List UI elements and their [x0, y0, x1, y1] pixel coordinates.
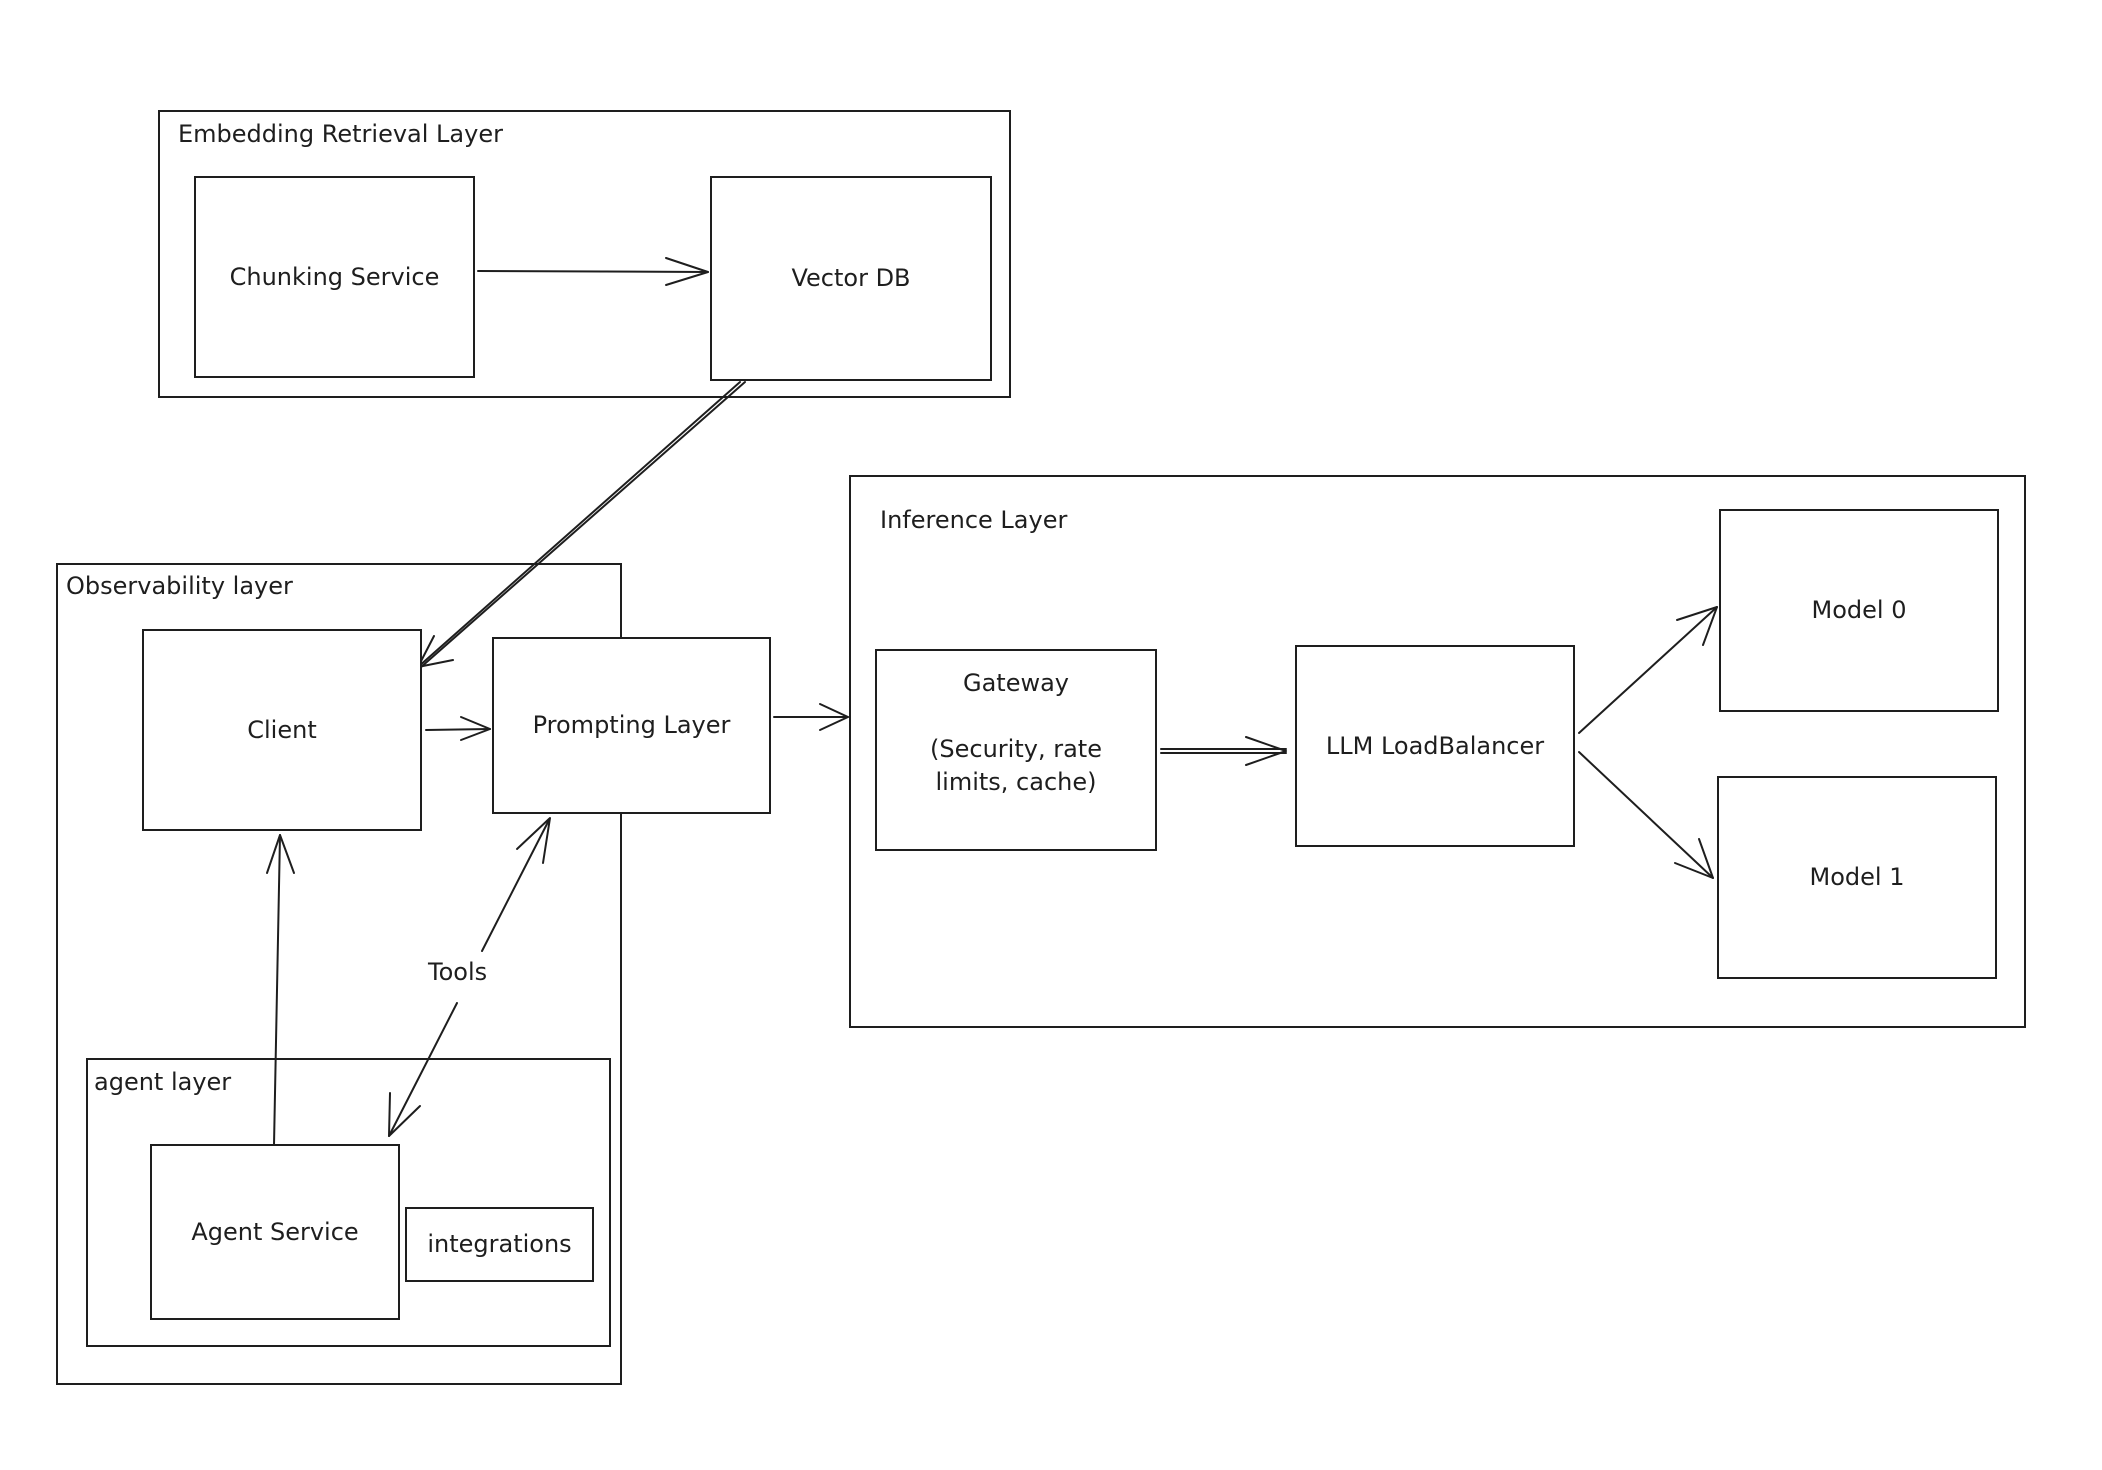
agent-layer-label: agent layer — [94, 1068, 232, 1096]
model-0-node[interactable]: Model 0 — [1719, 509, 1999, 712]
prompting-layer-label: Prompting Layer — [532, 711, 731, 739]
inference-layer-label: Inference Layer — [880, 506, 1068, 534]
vector-db-label: Vector DB — [791, 264, 911, 293]
prompting-layer-node[interactable]: Prompting Layer — [492, 637, 771, 814]
client-label: Client — [247, 715, 317, 744]
gateway-subtitle: (Security, rate limits, cache) — [930, 735, 1102, 796]
gateway-title: Gateway — [962, 669, 1070, 697]
llm-loadbalancer-label: LLM LoadBalancer — [1325, 731, 1545, 760]
embedding-retrieval-layer-label: Embedding Retrieval Layer — [178, 120, 503, 148]
observability-layer-label: Observability layer — [66, 572, 293, 600]
integrations-label: integrations — [427, 1230, 572, 1259]
chunking-service-label: Chunking Service — [229, 262, 440, 291]
model-1-node[interactable]: Model 1 — [1717, 776, 1997, 979]
gateway-node[interactable]: Gateway (Security, rate limits, cache) — [875, 649, 1157, 851]
chunking-service-node[interactable]: Chunking Service — [194, 176, 475, 378]
agent-service-node[interactable]: Agent Service — [150, 1144, 400, 1320]
agent-service-label: Agent Service — [191, 1217, 359, 1246]
model-1-label: Model 1 — [1809, 863, 1905, 892]
tools-edge-label: Tools — [424, 958, 492, 986]
edge-prompting-to-gateway — [773, 703, 849, 731]
client-node[interactable]: Client — [142, 629, 422, 831]
integrations-node[interactable]: integrations — [405, 1207, 594, 1282]
vector-db-node[interactable]: Vector DB — [710, 176, 992, 381]
model-0-label: Model 0 — [1811, 596, 1907, 625]
llm-loadbalancer-node[interactable]: LLM LoadBalancer — [1295, 645, 1575, 847]
